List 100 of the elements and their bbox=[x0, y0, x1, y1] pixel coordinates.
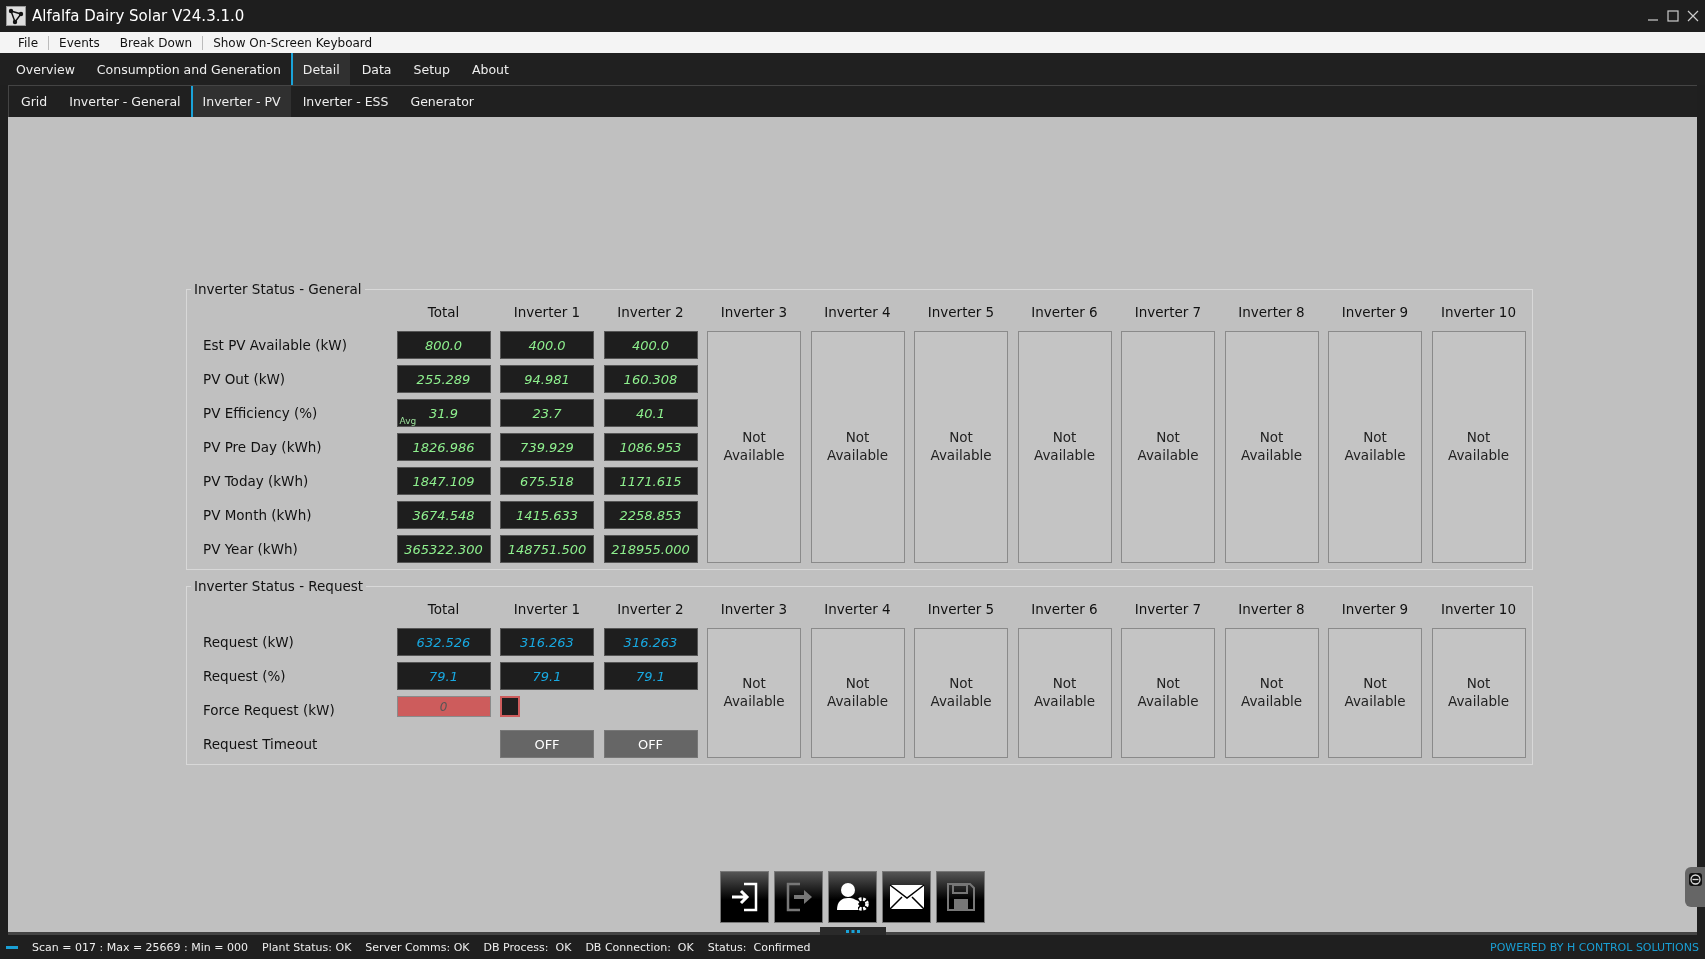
column-header: Inverter 1 bbox=[512, 601, 582, 617]
row-label: PV Today (kWh) bbox=[203, 473, 310, 489]
unavailable-cell: Not Available bbox=[1431, 628, 1526, 758]
mail-button[interactable] bbox=[882, 871, 931, 923]
column-header: Inverter 6 bbox=[1030, 304, 1099, 320]
status-text: Server Comms: OK bbox=[365, 940, 470, 954]
row-label: Request (kW) bbox=[203, 634, 295, 650]
row-label: Force Request (kW) bbox=[203, 702, 336, 718]
row-label: PV Year (kWh) bbox=[203, 541, 299, 557]
menu-item[interactable]: Show On-Screen Keyboard bbox=[202, 35, 383, 50]
timeout-toggle[interactable]: OFF bbox=[500, 730, 594, 758]
remote-link-icon bbox=[1688, 873, 1702, 886]
credit-text: POWERED BY H CONTROL SOLUTIONS bbox=[1490, 940, 1699, 954]
login-button[interactable] bbox=[720, 871, 769, 923]
value-cell: 316.263 bbox=[603, 628, 698, 656]
value-cell: 800.0 bbox=[396, 331, 491, 359]
tab[interactable]: Detail bbox=[290, 53, 350, 85]
unavailable-cell: Not Available bbox=[1121, 628, 1215, 758]
tab[interactable]: About bbox=[459, 53, 519, 85]
column-header: Inverter 4 bbox=[823, 601, 892, 617]
column-header: Inverter 2 bbox=[616, 601, 685, 617]
value-cell: 365322.300 bbox=[396, 535, 491, 563]
value-cell: 1826.986 bbox=[396, 433, 491, 461]
column-header: Inverter 1 bbox=[512, 304, 582, 320]
row-label: PV Out (kW) bbox=[203, 371, 287, 387]
sub-tab[interactable]: Inverter - PV bbox=[190, 86, 291, 117]
row-label: PV Month (kWh) bbox=[203, 507, 313, 523]
column-header: Inverter 6 bbox=[1030, 601, 1099, 617]
unavailable-cell: Not Available bbox=[707, 331, 801, 563]
value-cell: 79.1 bbox=[500, 662, 594, 690]
value-cell: 1171.615 bbox=[603, 467, 698, 495]
value-cell: 148751.500 bbox=[500, 535, 594, 563]
close-icon[interactable] bbox=[1687, 10, 1699, 22]
unavailable-cell: Not Available bbox=[1431, 331, 1526, 563]
column-header: Inverter 9 bbox=[1340, 601, 1410, 617]
unavailable-cell: Not Available bbox=[707, 628, 801, 758]
row-label: PV Pre Day (kWh) bbox=[203, 439, 323, 455]
column-header: Inverter 5 bbox=[926, 601, 996, 617]
status-text: Status: Confirmed bbox=[707, 940, 811, 954]
value-cell: 632.526 bbox=[396, 628, 491, 656]
tab[interactable]: Overview bbox=[4, 53, 85, 85]
status-indicator-icon bbox=[6, 945, 18, 949]
value-cell: 2258.853 bbox=[603, 501, 698, 529]
sub-tab[interactable]: Inverter - General bbox=[57, 86, 191, 117]
status-text: DB Process: OK bbox=[483, 940, 572, 954]
panel-title: Inverter Status - Request bbox=[193, 578, 365, 594]
status-text: Plant Status: OK bbox=[262, 940, 352, 954]
maximize-icon[interactable] bbox=[1667, 10, 1679, 22]
value-cell: 31.9 Avg bbox=[396, 399, 491, 427]
value-cell: 40.1 bbox=[603, 399, 698, 427]
panel-grip-handle[interactable] bbox=[819, 927, 886, 935]
column-header: Total bbox=[426, 601, 461, 617]
sub-tab[interactable]: Generator bbox=[398, 86, 484, 117]
column-header: Inverter 10 bbox=[1440, 601, 1517, 617]
side-tab[interactable] bbox=[1685, 867, 1705, 907]
unavailable-cell: Not Available bbox=[1224, 628, 1319, 758]
value-cell: 3674.548 bbox=[396, 501, 491, 529]
user-gear-icon bbox=[834, 880, 871, 914]
column-header: Inverter 9 bbox=[1340, 304, 1410, 320]
unavailable-cell: Not Available bbox=[1017, 628, 1112, 758]
column-header: Inverter 4 bbox=[823, 304, 892, 320]
value-cell: 1086.953 bbox=[603, 433, 698, 461]
tab[interactable]: Consumption and Generation bbox=[84, 53, 291, 85]
column-header: Inverter 3 bbox=[719, 601, 789, 617]
unavailable-cell: Not Available bbox=[1017, 331, 1112, 563]
sub-tab[interactable]: Grid bbox=[9, 86, 58, 117]
unavailable-cell: Not Available bbox=[1328, 331, 1422, 563]
force-request-checkbox[interactable] bbox=[500, 696, 520, 717]
status-text: DB Connection: OK bbox=[585, 940, 694, 954]
column-header: Inverter 2 bbox=[616, 304, 685, 320]
value-cell: 675.518 bbox=[500, 467, 594, 495]
unavailable-cell: Not Available bbox=[914, 331, 1008, 563]
tab[interactable]: Setup bbox=[401, 53, 460, 85]
dots-icon bbox=[845, 929, 860, 933]
column-header: Inverter 8 bbox=[1237, 304, 1306, 320]
menu-item[interactable]: File bbox=[8, 35, 49, 50]
menu-item[interactable]: Events bbox=[48, 35, 110, 50]
tab[interactable]: Data bbox=[349, 53, 402, 85]
value-cell: 79.1 bbox=[396, 662, 491, 690]
sub-tab[interactable]: Inverter - ESS bbox=[290, 86, 399, 117]
value-cell: 400.0 bbox=[500, 331, 594, 359]
unavailable-cell: Not Available bbox=[914, 628, 1008, 758]
row-label: Request (%) bbox=[203, 668, 287, 684]
column-header: Inverter 8 bbox=[1237, 601, 1306, 617]
unavailable-cell: Not Available bbox=[810, 628, 905, 758]
value-cell: 739.929 bbox=[500, 433, 594, 461]
row-label: PV Efficiency (%) bbox=[203, 405, 319, 421]
app-logo-icon bbox=[6, 6, 26, 26]
value-cell: 94.981 bbox=[500, 365, 594, 393]
envelope-icon bbox=[888, 884, 925, 910]
column-header: Total bbox=[426, 304, 461, 320]
value-cell: 316.263 bbox=[500, 628, 594, 656]
menu-item[interactable]: Break Down bbox=[109, 35, 203, 50]
user-settings-button[interactable] bbox=[828, 871, 877, 923]
column-header: Inverter 7 bbox=[1133, 601, 1203, 617]
timeout-toggle[interactable]: OFF bbox=[603, 730, 698, 758]
status-text: Scan = 017 : Max = 25669 : Min = 000 bbox=[32, 940, 248, 954]
avg-label: Avg bbox=[399, 416, 417, 426]
value-cell: 1415.633 bbox=[500, 501, 594, 529]
column-header: Inverter 5 bbox=[926, 304, 996, 320]
